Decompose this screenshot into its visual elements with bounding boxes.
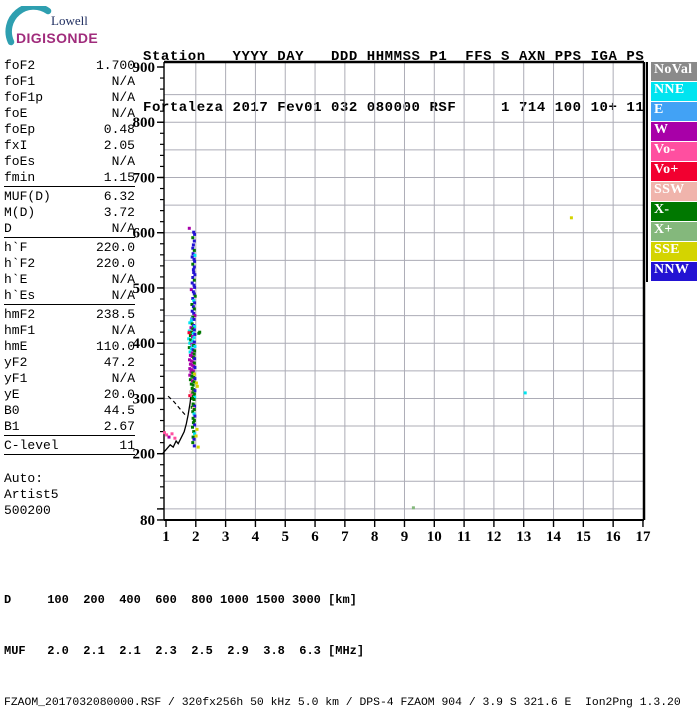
echo-point xyxy=(569,216,573,220)
legend-item-vo: Vo- xyxy=(651,142,697,161)
muf-frequency-row: MUF 2.0 2.1 2.1 2.3 2.5 2.9 3.8 6.3 [MHz… xyxy=(4,644,365,658)
axis-tick-label: 5 xyxy=(281,529,289,545)
echo-point xyxy=(191,262,195,266)
echo-point xyxy=(192,336,196,340)
axis-tick-label: 300 xyxy=(133,391,156,407)
echo-point xyxy=(193,366,197,369)
axis-tick-label: 1 xyxy=(162,529,170,545)
echo-point xyxy=(523,391,527,395)
axis-tick-label: 400 xyxy=(133,336,156,352)
axis-tick-label: 800 xyxy=(133,115,156,131)
axis-tick-label: 900 xyxy=(133,60,156,76)
echo-point xyxy=(192,265,196,269)
legend-item-nne: NNE xyxy=(651,82,697,101)
echo-point xyxy=(194,434,198,438)
echo-point xyxy=(191,268,195,272)
legend-divider-line xyxy=(646,62,648,282)
profile-trace-solid xyxy=(162,390,193,454)
legend-item-noval: NoVal xyxy=(651,62,697,81)
axis-tick-label: 13 xyxy=(516,529,531,545)
legend-item-ssw: SSW xyxy=(651,182,697,201)
echo-point xyxy=(187,331,191,335)
file-info-line: FZAOM_2017032080000.RSF / 320fx256h 50 k… xyxy=(4,697,681,709)
axis-tick-label: 500 xyxy=(133,281,156,297)
echo-point xyxy=(192,437,196,441)
echo-point xyxy=(187,226,191,230)
echo-point xyxy=(192,278,196,282)
axis-tick-label: 11 xyxy=(457,529,471,545)
profile-trace-dashed xyxy=(167,395,187,417)
echo-point xyxy=(170,432,174,436)
echo-point xyxy=(193,253,197,257)
echo-point xyxy=(193,232,197,236)
axis-tick-label: 700 xyxy=(133,170,156,186)
echo-point xyxy=(191,383,195,387)
echo-point xyxy=(411,506,415,510)
echo-point xyxy=(193,259,197,263)
echo-point xyxy=(198,330,202,334)
echo-point xyxy=(192,317,196,321)
axis-tick-label: 8 xyxy=(371,529,379,545)
echo-point xyxy=(193,273,197,277)
echo-point xyxy=(192,248,196,252)
echo-point xyxy=(173,436,177,440)
legend-item-sse: SSE xyxy=(651,242,697,261)
echo-point xyxy=(191,425,194,429)
echo-point xyxy=(192,328,196,332)
echo-point xyxy=(193,301,197,305)
axis-tick-label: 80 xyxy=(140,513,155,529)
axis-tick-label: 15 xyxy=(576,529,591,545)
echo-point xyxy=(193,285,197,289)
echo-point xyxy=(195,384,199,388)
axis-tick-label: 12 xyxy=(486,529,501,545)
footer-block: D 100 200 400 600 800 1000 1500 3000 [km… xyxy=(4,557,681,727)
legend-item-x: X- xyxy=(651,202,697,221)
echo-point xyxy=(193,357,197,361)
axis-tick-label: 2 xyxy=(192,529,200,545)
legend-item-x: X+ xyxy=(651,222,697,241)
legend-item-e: E xyxy=(651,102,697,121)
echo-point xyxy=(192,239,196,243)
axis-tick-label: 6 xyxy=(311,529,319,545)
axis-tick-label: 7 xyxy=(341,529,349,545)
axis-tick-label: 16 xyxy=(606,529,622,545)
legend-item-w: W xyxy=(651,122,697,141)
echo-point xyxy=(192,444,196,448)
echo-point xyxy=(191,236,195,240)
echo-point xyxy=(195,427,199,431)
ionogram-screen: { "logo": { "brand_top": "Lowell", "bran… xyxy=(0,0,700,709)
echo-point xyxy=(191,441,195,445)
axis-tick-label: 9 xyxy=(401,529,409,545)
axis-tick-label: 17 xyxy=(635,529,651,545)
legend-item-vo: Vo+ xyxy=(651,162,697,181)
axis-tick-label: 14 xyxy=(546,529,562,545)
echo-color-legend: NoVal NNE E W Vo- Vo+ SSW X- X+ SSE NNW xyxy=(651,62,697,282)
echo-point xyxy=(167,435,171,439)
echo-point xyxy=(191,276,195,279)
echo-point xyxy=(192,398,196,401)
echo-point xyxy=(196,445,200,449)
echo-point xyxy=(193,345,197,348)
muf-distance-row: D 100 200 400 600 800 1000 1500 3000 [km… xyxy=(4,593,357,607)
axis-tick-label: 10 xyxy=(427,529,442,545)
echo-point xyxy=(191,243,195,247)
axis-tick-label: 600 xyxy=(133,226,156,242)
axis-tick-label: 4 xyxy=(252,529,260,545)
legend-item-nnw: NNW xyxy=(651,262,697,281)
axis-tick-label: 3 xyxy=(222,529,230,545)
ionogram-plot: 900800700600500400300200801 2 3 4 5 6 7 8 9 10 11 1… xyxy=(133,60,651,545)
axis-tick-label: 200 xyxy=(133,447,156,463)
echo-point xyxy=(194,381,198,385)
